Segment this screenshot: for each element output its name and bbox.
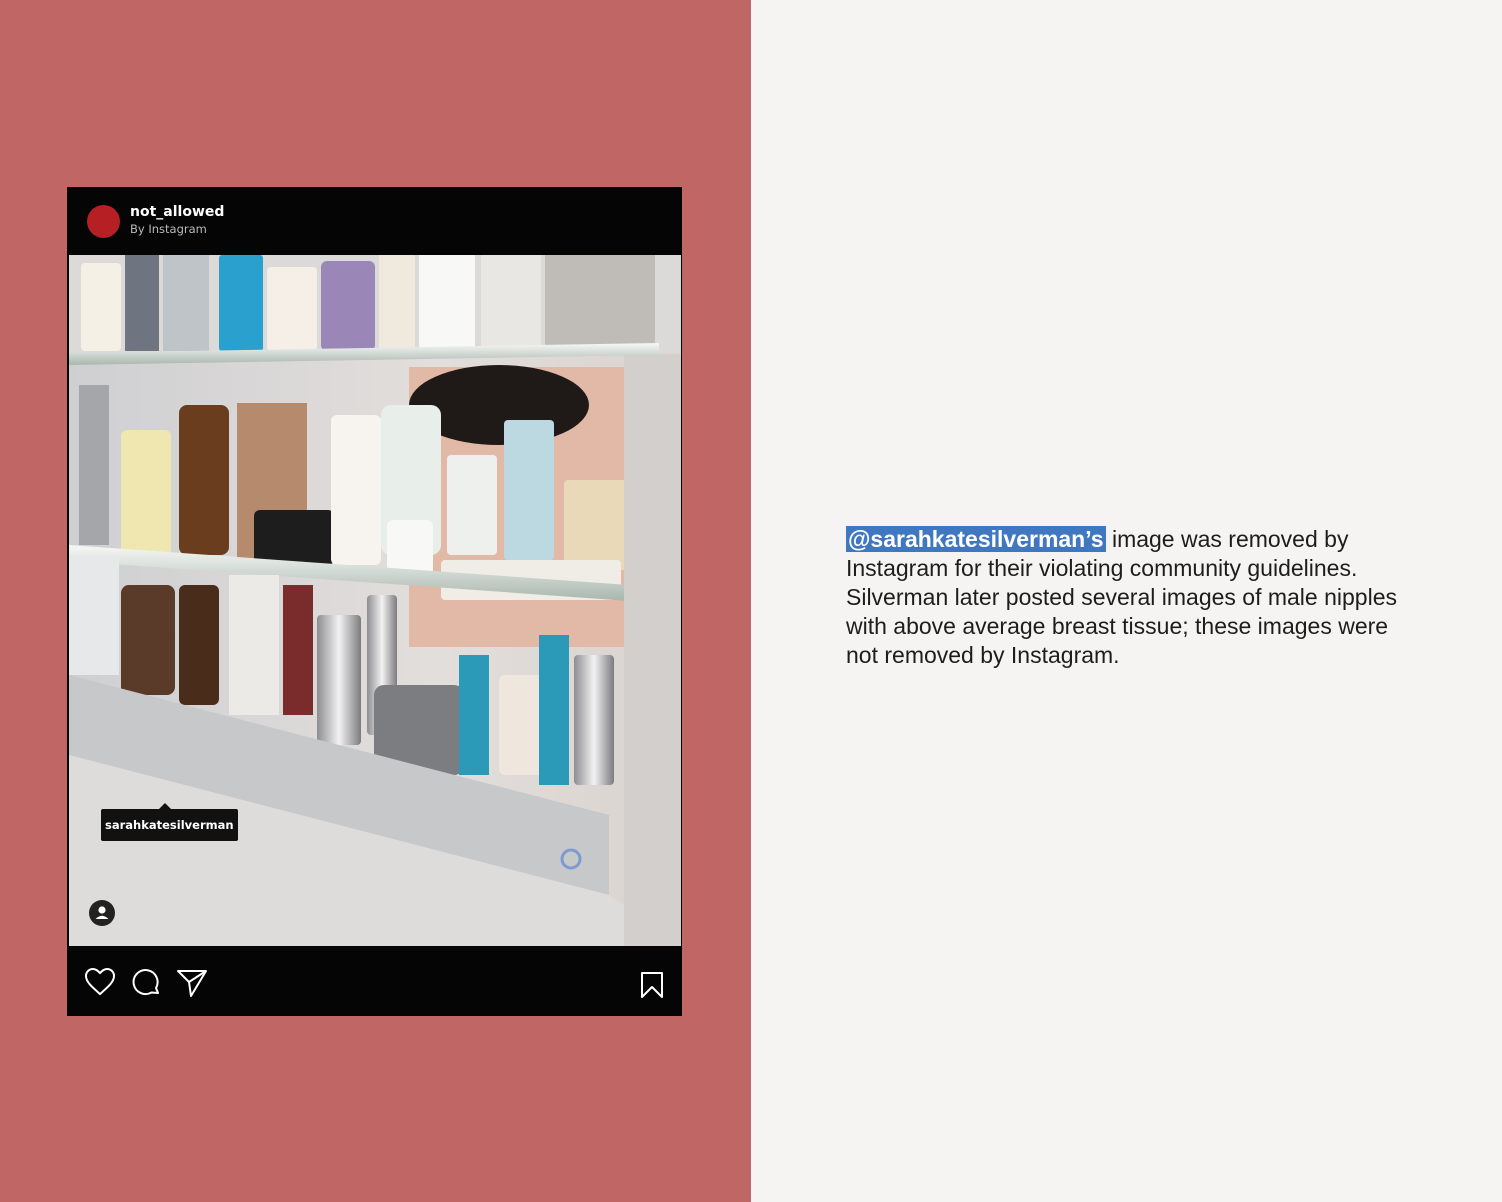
caption-line-2: Instagram for their violating community … — [846, 555, 1358, 581]
medicine-cabinet-photo — [69, 255, 681, 946]
post-actions — [67, 947, 682, 1016]
send-icon[interactable] — [176, 968, 208, 1003]
person-icon[interactable] — [89, 900, 115, 926]
caption-line-3: Silverman later posted several images of… — [846, 584, 1397, 610]
user-tag-tooltip[interactable]: sarahkatesilverman — [101, 803, 238, 841]
heart-icon[interactable] — [84, 967, 116, 1002]
caption-line-4: with above average breast tissue; these … — [846, 613, 1389, 639]
caption-line-1: image was removed by — [1111, 526, 1349, 552]
avatar[interactable] — [87, 205, 120, 238]
bookmark-icon[interactable] — [640, 971, 664, 1004]
caption-line-5: not removed by Instagram. — [846, 642, 1120, 668]
caption-text: @sarahkatesilverman’s image was removed … — [846, 525, 1446, 670]
post-username[interactable]: not_allowed — [130, 204, 224, 220]
post-photo[interactable]: sarahkatesilverman — [69, 255, 681, 946]
post-header: not_allowed By Instagram — [67, 187, 682, 254]
comment-icon[interactable] — [132, 968, 162, 1003]
post-byline: By Instagram — [130, 222, 207, 236]
mention-link[interactable]: @sarahkatesilverman’s — [846, 526, 1106, 552]
instagram-post: not_allowed By Instagram sarahkatesilver… — [67, 187, 682, 1016]
